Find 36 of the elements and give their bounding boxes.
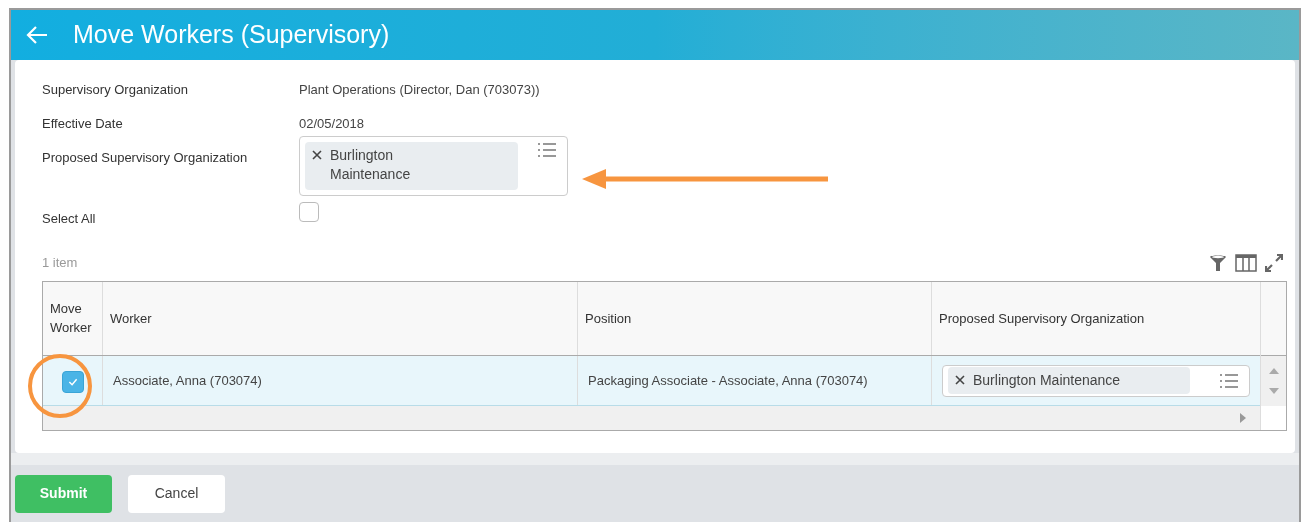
vertical-scrollbar[interactable]	[1261, 355, 1286, 406]
scroll-right-icon[interactable]	[1240, 412, 1246, 423]
remove-icon[interactable]	[312, 150, 322, 160]
field-label: Proposed Supervisory Organization	[42, 149, 249, 167]
page-title: Move Workers (Supervisory)	[73, 19, 390, 51]
column-header: Move Worker	[50, 300, 93, 337]
column-header: Proposed Supervisory Organization	[939, 309, 1145, 328]
field-value: 02/05/2018	[299, 115, 365, 133]
tag-label: Burlington Maintenance	[330, 146, 412, 184]
scroll-down-icon[interactable]	[1268, 387, 1279, 394]
tag-label: Burlington Maintenance	[973, 371, 1121, 390]
column-header: Worker	[110, 309, 152, 328]
filter-icon[interactable]	[1209, 253, 1227, 272]
highlight-circle	[27, 353, 93, 419]
field-label: Effective Date	[42, 115, 124, 133]
multiselect-field[interactable]: Burlington Maintenance	[942, 364, 1250, 397]
horizontal-scrollbar[interactable]	[43, 405, 1260, 430]
table-cell: Packaging Associate - Associate, Anna (703074)	[588, 372, 868, 388]
select-all-checkbox[interactable]	[299, 202, 319, 222]
multiselect-field[interactable]: Burlington Maintenance	[299, 136, 568, 196]
expand-icon[interactable]	[1265, 253, 1283, 272]
field-label: Supervisory Organization	[42, 81, 189, 99]
row-checkbox[interactable]	[61, 370, 84, 393]
list-icon[interactable]	[537, 142, 557, 158]
field-value: Plant Operations (Director, Dan (703073))	[299, 81, 540, 99]
columns-icon[interactable]	[1235, 253, 1257, 272]
remove-icon[interactable]	[955, 375, 965, 385]
field-label: Select All	[42, 210, 97, 228]
back-arrow-icon[interactable]	[25, 25, 49, 45]
cancel-button[interactable]: Cancel	[128, 474, 225, 513]
scroll-up-icon[interactable]	[1268, 367, 1279, 374]
table-cell: Associate, Anna (703074)	[113, 372, 262, 388]
column-header: Position	[585, 309, 632, 328]
table-row[interactable]: Associate, Anna (703074) Packaging Associate - Associate, Anna (703074) Burlington Maintenance	[43, 355, 1260, 406]
list-icon[interactable]	[1219, 372, 1239, 389]
item-count: 1 item	[42, 254, 78, 272]
